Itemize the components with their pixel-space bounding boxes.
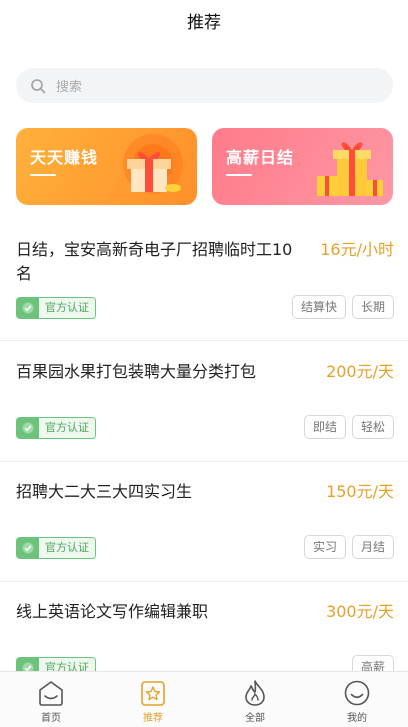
verified-badge: 官方认证 (16, 537, 96, 559)
job-tags: 即结 轻松 (303, 415, 394, 439)
tab-label: 首页 (41, 713, 61, 724)
star-icon (141, 681, 165, 706)
job-item[interactable]: 百果园水果打包装聘大量分类打包 200元/天 官方认证 即结 轻松 (0, 360, 408, 462)
job-item[interactable]: 招聘大二大三大四实习生 150元/天 官方认证 实习 月结 (0, 480, 408, 582)
verified-label: 官方认证 (39, 538, 95, 558)
verified-label: 官方认证 (39, 418, 95, 438)
gift-boxes-icon (317, 142, 383, 196)
verified-badge: 官方认证 (16, 297, 96, 319)
job-title: 线上英语论文写作编辑兼职 (16, 602, 209, 621)
verified-badge: 官方认证 (16, 417, 96, 439)
search-bar[interactable]: 搜索 (16, 68, 393, 103)
tab-label: 全部 (245, 713, 265, 724)
tab-all[interactable]: 全部 (204, 672, 306, 727)
check-icon (22, 302, 34, 314)
banner-daily-earn[interactable]: 天天赚钱 (16, 128, 197, 205)
gift-box-icon (123, 134, 183, 194)
tab-recommend[interactable]: 推荐 (102, 672, 204, 727)
check-icon (22, 542, 34, 554)
job-tags: 实习 月结 (303, 535, 394, 559)
home-icon (39, 681, 63, 706)
search-icon (31, 78, 46, 93)
job-tag: 月结 (351, 535, 394, 559)
job-tag: 轻松 (351, 415, 394, 439)
job-tag: 结算快 (291, 295, 346, 319)
job-title: 日结，宝安高新奇电子厂招聘临时工10名 (16, 240, 293, 283)
job-salary: 16元/小时 (320, 240, 394, 259)
tab-label: 推荐 (143, 713, 163, 724)
verified-label: 官方认证 (39, 298, 95, 318)
banner-underline (226, 174, 252, 176)
banner-title: 天天赚钱 (30, 148, 99, 167)
tab-mine[interactable]: 我的 (306, 672, 408, 727)
job-title: 百果园水果打包装聘大量分类打包 (16, 362, 257, 381)
tab-label: 我的 (347, 713, 367, 724)
flame-icon (245, 680, 265, 706)
banner-title: 高薪日结 (226, 148, 295, 167)
job-item[interactable]: 日结，宝安高新奇电子厂招聘临时工10名 16元/小时 官方认证 结算快 长期 (0, 238, 408, 341)
job-salary: 300元/天 (326, 602, 394, 621)
job-salary: 200元/天 (326, 362, 394, 381)
page-title: 推荐 (187, 12, 221, 33)
search-placeholder: 搜索 (56, 80, 83, 95)
job-salary: 150元/天 (326, 482, 394, 501)
job-tag: 实习 (303, 535, 346, 559)
job-tag: 即结 (303, 415, 346, 439)
smile-icon (344, 680, 370, 706)
bottom-tab-bar: 首页 推荐 全部 我的 (0, 671, 408, 727)
job-title: 招聘大二大三大四实习生 (16, 482, 193, 501)
check-icon (22, 422, 34, 434)
top-header: 推荐 (0, 0, 408, 40)
job-tags: 结算快 长期 (291, 295, 394, 319)
tab-home[interactable]: 首页 (0, 672, 102, 727)
banner-underline (30, 174, 56, 176)
job-tag: 长期 (351, 295, 394, 319)
banner-high-pay-daily[interactable]: 高薪日结 (212, 128, 393, 205)
